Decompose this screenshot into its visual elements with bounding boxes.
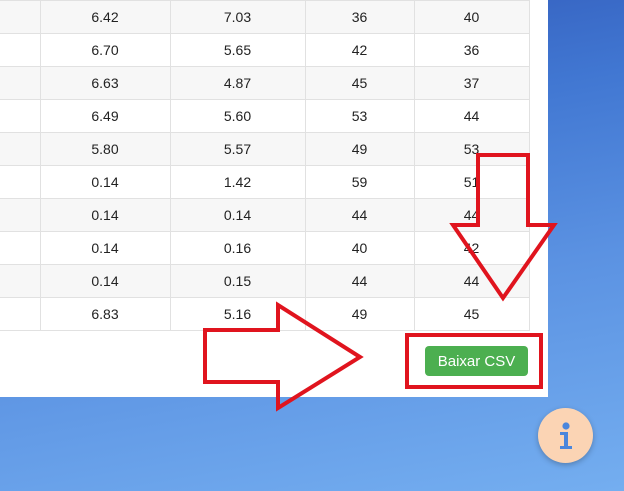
table-cell: 6.42: [39, 0, 171, 34]
table-cell: [0, 33, 41, 67]
table-cell: [0, 231, 41, 265]
table-row: 0.14 0.16 40 42: [0, 231, 530, 265]
table-row: 0.14 1.42 59 51: [0, 165, 530, 199]
table-row: 0.14 0.14 44 44: [0, 198, 530, 232]
table-cell: 51: [413, 165, 530, 199]
table-cell: 42: [413, 231, 530, 265]
table-cell: 7.03: [169, 0, 306, 34]
table-cell: [0, 264, 41, 298]
table-cell: 5.57: [169, 132, 306, 166]
table-row: 6.49 5.60 53 44: [0, 99, 530, 133]
table-row: 6.63 4.87 45 37: [0, 66, 530, 100]
page-background: 6.42 7.03 36 40 6.70 5.65 42 36 6.63 4.87 45 37 6.49…: [0, 0, 624, 491]
table-row: 5.80 5.57 49 53: [0, 132, 530, 166]
table-cell: 6.49: [39, 99, 171, 133]
table-row: 6.42 7.03 36 40: [0, 0, 530, 34]
table-cell: 44: [413, 264, 530, 298]
table-cell: 44: [304, 198, 415, 232]
table-cell: 45: [413, 297, 530, 331]
table-cell: 6.70: [39, 33, 171, 67]
data-table: 6.42 7.03 36 40 6.70 5.65 42 36 6.63 4.87 45 37 6.49…: [0, 0, 530, 331]
table-cell: 49: [304, 297, 415, 331]
table-cell: [0, 66, 41, 100]
download-csv-button[interactable]: Baixar CSV: [425, 346, 528, 376]
table-body: 6.42 7.03 36 40 6.70 5.65 42 36 6.63 4.87 45 37 6.49…: [0, 0, 530, 331]
table-row: 6.83 5.16 49 45: [0, 297, 530, 331]
table-cell: [0, 132, 41, 166]
table-cell: 0.14: [39, 165, 171, 199]
table-cell: 0.14: [39, 198, 171, 232]
table-cell: [0, 0, 41, 34]
table-cell: [0, 297, 41, 331]
table-cell: 5.16: [169, 297, 306, 331]
table-cell: [0, 99, 41, 133]
table-cell: 44: [413, 99, 530, 133]
table-cell: 0.15: [169, 264, 306, 298]
table-cell: 5.60: [169, 99, 306, 133]
table-cell: 42: [304, 33, 415, 67]
table-cell: 4.87: [169, 66, 306, 100]
table-cell: 40: [304, 231, 415, 265]
table-cell: 36: [304, 0, 415, 34]
table-cell: 5.80: [39, 132, 171, 166]
table-cell: 37: [413, 66, 530, 100]
table-panel: 6.42 7.03 36 40 6.70 5.65 42 36 6.63 4.87 45 37 6.49…: [0, 0, 548, 397]
table-cell: 44: [413, 198, 530, 232]
table-cell: [0, 165, 41, 199]
table-cell: 1.42: [169, 165, 306, 199]
info-icon: [559, 421, 572, 449]
table-cell: 53: [304, 99, 415, 133]
table-cell: 0.14: [169, 198, 306, 232]
table-row: 0.14 0.15 44 44: [0, 264, 530, 298]
table-row: 6.70 5.65 42 36: [0, 33, 530, 67]
table-cell: 0.16: [169, 231, 306, 265]
table-cell: 40: [413, 0, 530, 34]
table-cell: 49: [304, 132, 415, 166]
table-cell: 45: [304, 66, 415, 100]
info-button[interactable]: [538, 408, 593, 463]
table-cell: 53: [413, 132, 530, 166]
table-cell: 0.14: [39, 231, 171, 265]
table-cell: 6.63: [39, 66, 171, 100]
table-cell: 36: [413, 33, 530, 67]
table-cell: 6.83: [39, 297, 171, 331]
table-cell: 5.65: [169, 33, 306, 67]
table-cell: 0.14: [39, 264, 171, 298]
table-cell: 44: [304, 264, 415, 298]
table-cell: 59: [304, 165, 415, 199]
table-cell: [0, 198, 41, 232]
